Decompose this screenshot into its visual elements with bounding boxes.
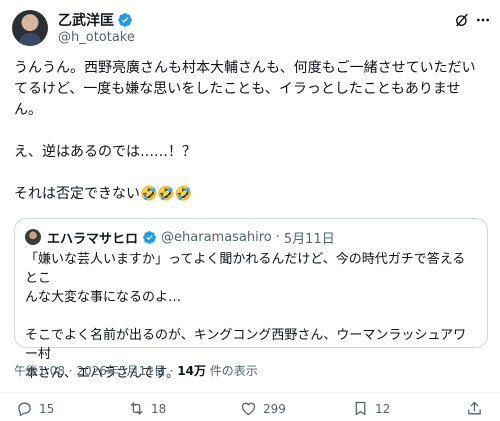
quote-line: 「嫌いな芸人いますか」ってよく聞かれるんだけど、今の時代ガチで答えるとこ — [25, 252, 466, 286]
tweet-text: うんうん。西野亮廣さんも村本大輔さんも、何度もご一緒させていただい てるけど、一… — [14, 58, 488, 205]
repost-button[interactable]: 18 — [128, 400, 166, 417]
quote-author-handle: @eharamasahiro — [161, 229, 272, 245]
tweet-line: それは否定できない🤣🤣🤣 — [14, 186, 193, 202]
quote-line: んな大変な事になるのよ… — [25, 290, 182, 305]
views-count: 14万 — [177, 364, 206, 378]
verified-badge-icon — [143, 230, 156, 244]
views-label: 件の表示 — [205, 364, 258, 378]
quote-date: 5月11日 — [283, 231, 335, 247]
quote-line: そこでよく名前が出るのが、キングコング西野さん、ウーマンラッシュアワー村 — [25, 328, 467, 362]
quote-author-name: エハラマサヒロ — [47, 231, 139, 247]
author-avatar[interactable] — [12, 10, 48, 46]
tweet-time[interactable]: 午後1:08 · 2026年5月11日 · — [14, 364, 177, 378]
tweet-line: え、逆はあるのでは……！？ — [14, 144, 196, 160]
tweet-line: ん。 — [14, 102, 42, 118]
tweet-line: てるけど、一度も嫌な思いをしたことも、イラっとしたこともありませ — [14, 81, 461, 97]
bookmark-count: 12 — [375, 401, 391, 416]
like-count: 299 — [263, 401, 286, 416]
repost-count: 18 — [151, 401, 167, 416]
tweet-header: 乙武洋匡 @h_ototake — [12, 10, 491, 50]
reply-button[interactable]: 15 — [16, 400, 54, 417]
heart-icon — [241, 402, 256, 416]
bookmark-icon — [355, 401, 366, 416]
author-display-name[interactable]: 乙武洋匡 — [58, 10, 114, 30]
share-button[interactable] — [466, 400, 483, 417]
repost-icon — [130, 402, 143, 415]
quote-header: エハラマサヒロ @eharamasahiro · 5月11日 — [47, 228, 335, 247]
action-bar: 15 18 299 12 — [0, 400, 500, 421]
grok-icon[interactable] — [454, 12, 470, 28]
verified-badge-icon — [118, 13, 132, 27]
quote-separator: · — [275, 229, 280, 245]
quoted-tweet[interactable]: エハラマサヒロ @eharamasahiro · 5月11日 「嫌いな芸人います… — [14, 218, 488, 381]
reply-icon — [18, 402, 31, 417]
divider — [0, 392, 500, 393]
tweet-timestamp: 午後1:08 · 2026年5月11日 · 14万 件の表示 — [14, 362, 258, 379]
like-button[interactable]: 299 — [240, 400, 286, 417]
author-handle[interactable]: @h_ototake — [58, 30, 135, 45]
author-name-row: 乙武洋匡 — [58, 11, 133, 29]
tweet-line: うんうん。西野亮廣さんも村本大輔さんも、何度もご一緒させていただい — [14, 60, 476, 76]
reply-count: 15 — [39, 401, 55, 416]
quote-author-avatar — [25, 229, 41, 245]
more-icon[interactable] — [475, 12, 491, 28]
bookmark-button[interactable]: 12 — [352, 400, 390, 417]
share-icon — [468, 401, 481, 415]
